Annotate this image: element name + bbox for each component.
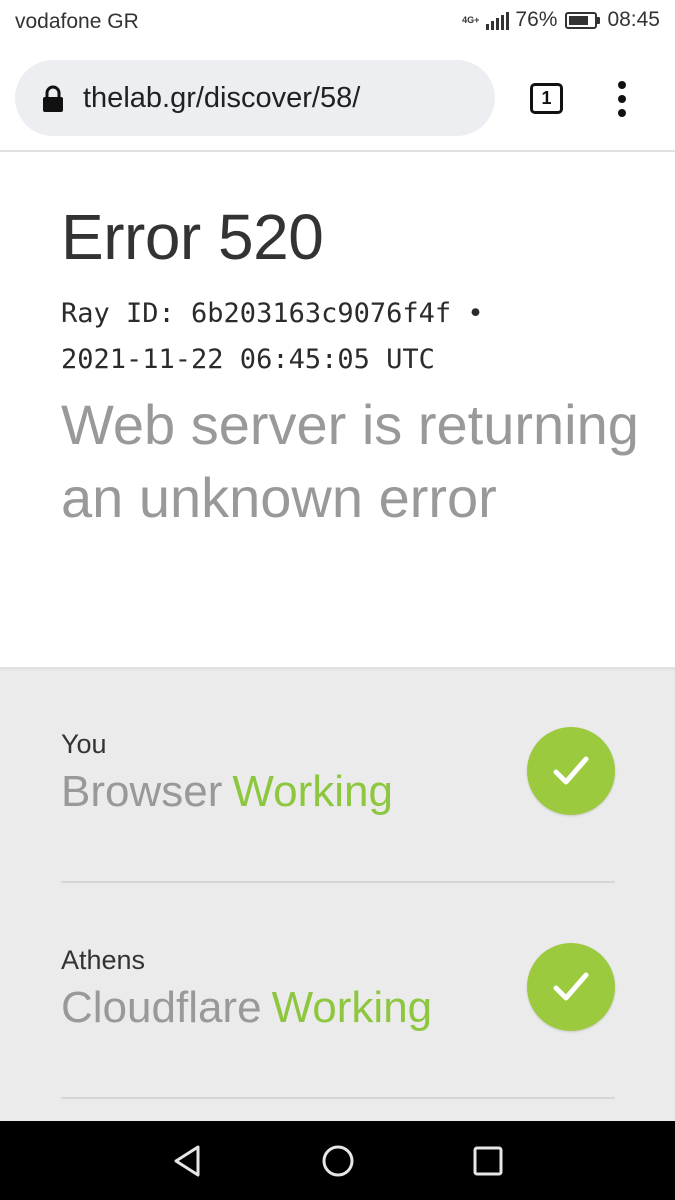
lock-icon xyxy=(43,85,63,112)
service-status: Working xyxy=(271,983,433,1032)
checkmark-glyph xyxy=(553,972,589,1001)
check-icon xyxy=(527,727,615,815)
status-item-cloudflare: Athens Cloudflare Working xyxy=(61,883,615,1099)
status-panel: You Browser Working Athens Cloudflare Work… xyxy=(0,667,675,1121)
battery-percent: 76% xyxy=(515,8,558,31)
service-name: Cloudflare xyxy=(61,983,262,1032)
status-bar: vodafone GR 4G+ 76% 08:45 xyxy=(0,0,675,46)
more-vert-icon[interactable] xyxy=(611,81,633,117)
check-icon xyxy=(527,943,615,1031)
tab-switcher-button[interactable]: 1 xyxy=(530,83,563,114)
error-header: Error 520 Ray ID: 6b203163c9076f4f • 202… xyxy=(0,152,675,667)
status-location: Athens xyxy=(61,945,146,975)
battery-fill xyxy=(569,15,588,25)
back-triangle-icon[interactable] xyxy=(168,1141,208,1181)
browser-toolbar: thelab.gr/discover/58/ 1 xyxy=(0,46,675,152)
recents-square-icon[interactable] xyxy=(468,1141,508,1181)
status-indicators: 4G+ 76% 08:45 xyxy=(462,8,660,32)
service-status: Working xyxy=(232,767,393,816)
error-description: Web server is returning an unknown error xyxy=(61,393,639,529)
error-timestamp: 2021-11-22 06:45:05 UTC xyxy=(61,344,435,375)
service-name: Browser xyxy=(61,767,223,816)
battery-icon xyxy=(565,11,601,29)
signal-icon xyxy=(486,10,510,30)
url-text[interactable]: thelab.gr/discover/58/ xyxy=(83,82,360,115)
error-title: Error 520 xyxy=(61,201,324,273)
home-circle-icon[interactable] xyxy=(318,1141,358,1181)
service-line: Browser Working xyxy=(61,767,393,817)
service-line: Cloudflare Working xyxy=(61,983,432,1033)
carrier-name: vodafone GR xyxy=(15,10,139,33)
system-nav-bar xyxy=(0,1121,675,1200)
url-bar[interactable]: thelab.gr/discover/58/ xyxy=(15,60,495,136)
network-type-label: 4G+ xyxy=(462,14,480,25)
checkmark-glyph xyxy=(553,756,589,785)
ray-id: Ray ID: 6b203163c9076f4f • xyxy=(61,298,484,329)
status-location: You xyxy=(61,729,107,759)
status-item-browser: You Browser Working xyxy=(61,667,615,883)
clock: 08:45 xyxy=(607,8,660,31)
